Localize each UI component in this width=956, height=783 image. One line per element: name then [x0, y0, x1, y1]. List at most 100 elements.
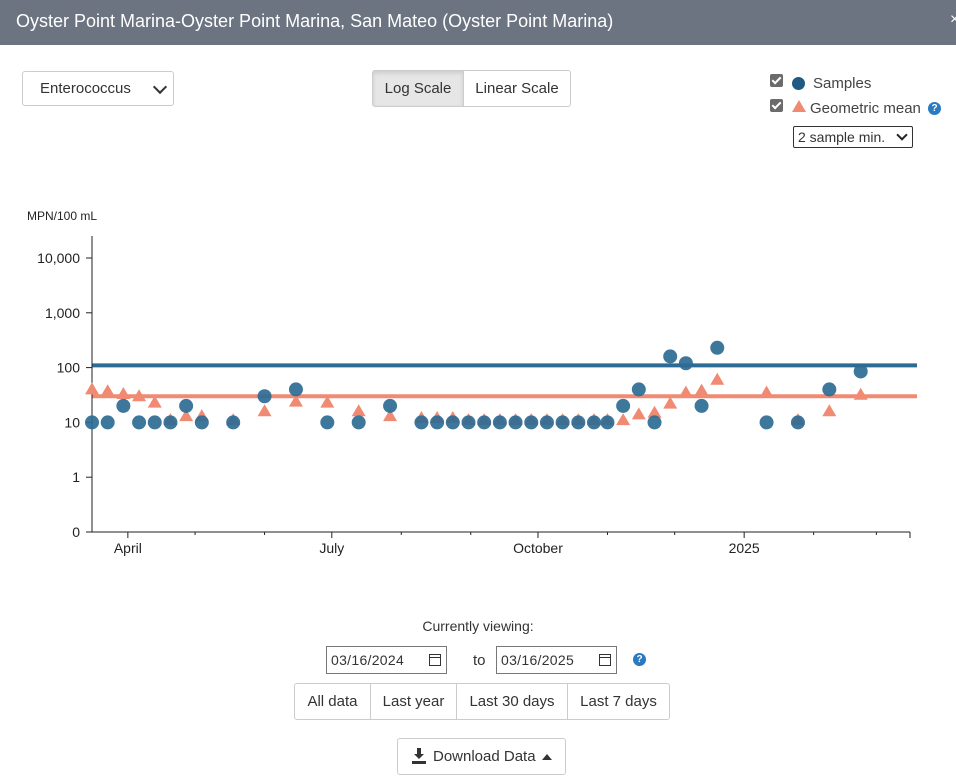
geomean-point [663, 396, 678, 409]
geomean-help-icon[interactable]: ? [928, 102, 941, 115]
close-icon[interactable]: × [950, 11, 956, 29]
last-year-button[interactable]: Last year [370, 683, 457, 720]
sample-point [445, 415, 460, 430]
y-tick-label: 10 [64, 414, 80, 430]
geomean-point [85, 382, 99, 395]
geomean-point [822, 404, 837, 417]
geomean-point [257, 404, 272, 417]
analyte-select[interactable]: Enterococcus [22, 71, 174, 106]
sample-point [853, 364, 868, 379]
sample-point [600, 415, 615, 430]
sample-point [132, 415, 147, 430]
sample-point [492, 415, 507, 430]
geomean-point [631, 407, 646, 420]
sample-point [616, 398, 631, 413]
sample-point [430, 415, 445, 430]
geomean-point [616, 413, 631, 426]
date-help-icon[interactable]: ? [633, 653, 646, 666]
sample-point [647, 415, 662, 430]
sample-point [116, 398, 131, 413]
geomean-point [116, 386, 131, 399]
geomean-legend-label: Geometric mean [810, 100, 921, 117]
last-7-days-button[interactable]: Last 7 days [567, 683, 670, 720]
y-tick-label: 1,000 [45, 305, 80, 321]
download-data-label: Download Data [433, 748, 536, 765]
sample-point [257, 389, 272, 404]
y-tick-label: 0 [72, 524, 80, 540]
geomean-point [853, 387, 868, 400]
log-scale-button[interactable]: Log Scale [372, 70, 464, 107]
geomean-point [100, 384, 115, 397]
y-tick-label: 10,000 [37, 250, 80, 266]
calendar-icon[interactable] [599, 654, 611, 666]
sample-point [351, 415, 366, 430]
x-tick-label: 2025 [729, 540, 760, 556]
all-data-button[interactable]: All data [294, 683, 371, 720]
sample-point [663, 349, 678, 364]
start-date-input[interactable]: 03/16/2024 [326, 646, 447, 674]
end-date-value: 03/16/2025 [501, 652, 575, 668]
sample-point [571, 415, 586, 430]
sample-point [288, 382, 303, 397]
currently-viewing-label: Currently viewing: [422, 618, 534, 634]
end-date-input[interactable]: 03/16/2025 [496, 646, 617, 674]
sample-point [539, 415, 554, 430]
geomean-point [759, 385, 774, 398]
min-samples-value: 2 sample min. [798, 129, 886, 145]
sample-point [631, 382, 646, 397]
geomean-legend-triangle-icon [792, 100, 806, 112]
geomean-point [678, 385, 693, 398]
x-tick-label: April [114, 540, 142, 556]
geomean-checkbox[interactable] [770, 99, 783, 112]
sample-point [710, 340, 725, 355]
chart-area: MPN/100 mL 0 1 10 100 1,000 10,000 April July Oc… [27, 209, 917, 556]
sample-point [414, 415, 429, 430]
last-30-days-button[interactable]: Last 30 days [456, 683, 568, 720]
to-label: to [473, 652, 486, 669]
sample-point [678, 356, 693, 371]
calendar-icon[interactable] [429, 654, 441, 666]
sample-point [163, 415, 178, 430]
sample-point [555, 415, 570, 430]
sample-point [147, 415, 162, 430]
data-marks [85, 340, 868, 430]
geomean-point [351, 404, 366, 417]
sample-point [226, 415, 241, 430]
title-bar: Oyster Point Marina-Oyster Point Marina,… [0, 0, 956, 45]
analyte-select-value: Enterococcus [40, 80, 131, 97]
y-axis-label: MPN/100 mL [27, 209, 97, 223]
threshold-lines [92, 363, 917, 399]
sample-point [759, 415, 774, 430]
samples-checkbox[interactable] [770, 74, 783, 87]
geomean-point [694, 383, 709, 396]
caret-up-icon [542, 754, 552, 760]
sample-point [822, 382, 837, 397]
sample-point [320, 415, 335, 430]
chevron-down-icon [896, 129, 908, 141]
linear-scale-button[interactable]: Linear Scale [463, 70, 571, 107]
sample-point [100, 415, 115, 430]
sample-point [85, 415, 99, 430]
chevron-down-icon [152, 79, 168, 95]
sample-point [790, 415, 805, 430]
sample-point [461, 415, 476, 430]
sample-point [477, 415, 492, 430]
sample-point [694, 398, 709, 413]
station-title: Oyster Point Marina-Oyster Point Marina,… [16, 11, 614, 31]
download-data-button[interactable]: Download Data [397, 738, 566, 775]
y-tick-label: 100 [57, 360, 81, 376]
sample-point [587, 415, 602, 430]
samples-legend-label: Samples [813, 75, 872, 92]
min-samples-select[interactable]: 2 sample min. [793, 126, 913, 148]
y-tick-label: 1 [72, 469, 80, 485]
sample-point [383, 398, 398, 413]
sample-point [508, 415, 523, 430]
download-icon [412, 748, 426, 764]
geomean-point [710, 372, 725, 385]
x-tick-label: July [319, 540, 344, 556]
sample-point [194, 415, 209, 430]
samples-legend-circle-icon [792, 77, 805, 90]
sample-point [524, 415, 539, 430]
start-date-value: 03/16/2024 [331, 652, 405, 668]
x-tick-label: October [513, 540, 563, 556]
